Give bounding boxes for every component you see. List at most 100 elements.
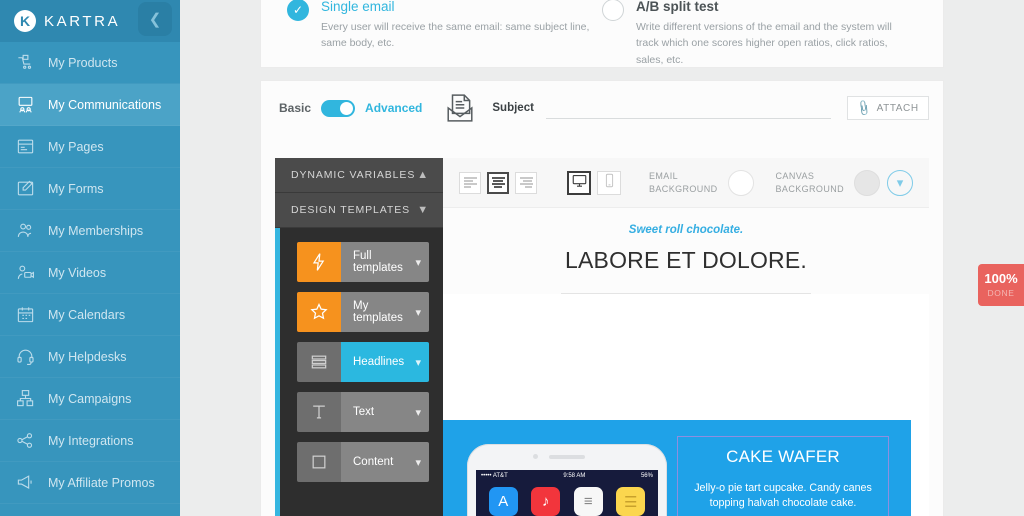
phone-battery: 56% (640, 472, 653, 479)
sidebar-item-label: My Helpdesks (48, 349, 127, 364)
sidebar-item-my-affiliate-promos[interactable]: My Affiliate Promos (0, 462, 180, 504)
section-dynamic-variables[interactable]: DYNAMIC VARIABLES ▲ (275, 158, 443, 193)
sidebar-item-my-memberships[interactable]: My Memberships (0, 210, 180, 252)
phone-mockup-image: ••••• AT&T 9:58 AM 56% AApp Store ♪Music… (467, 444, 667, 516)
tool-label: Content (353, 456, 394, 468)
sidebar-item-label: My Affiliate Promos (48, 475, 155, 490)
sitemap-icon (14, 388, 36, 410)
divider (561, 293, 811, 294)
chevron-down-icon: ▾ (415, 406, 421, 419)
monitor-icon (572, 173, 587, 193)
sidebar-item-label: My Memberships (48, 223, 144, 238)
tool-label: My templates (353, 300, 403, 324)
collapse-toolbar-button[interactable]: ▾ (887, 169, 913, 196)
tool-my-templates[interactable]: My templates ▾ (297, 292, 429, 332)
chevron-down-icon: ▾ (415, 306, 421, 319)
tool-label: Headlines (353, 356, 405, 368)
section-label: DESIGN TEMPLATES (291, 204, 411, 216)
sidebar-item-my-integrations[interactable]: My Integrations (0, 420, 180, 462)
chevron-up-icon: ▲ (417, 169, 429, 181)
sidebar-item-my-pages[interactable]: My Pages (0, 126, 180, 168)
email-text-block[interactable]: CAKE WAFER Jelly-o pie tart cupcake. Can… (677, 436, 889, 516)
phone-app: ♪Music (525, 487, 568, 516)
align-center-button[interactable] (487, 171, 509, 194)
canvas-background-swatch[interactable] (854, 169, 881, 196)
sidebar-item-my-products[interactable]: My Products (0, 42, 180, 84)
email-type-option-single[interactable]: ✓ Single email Every user will receive t… (287, 0, 602, 67)
radio-unselected-icon[interactable] (602, 0, 624, 21)
block-paragraph-1: Jelly-o pie tart cupcake. Candy canes to… (694, 482, 872, 510)
sidebar-item-label: My Campaigns (48, 391, 132, 406)
email-background-control[interactable]: EMAIL BACKGROUND (649, 169, 754, 196)
app-store-icon: A (488, 487, 518, 516)
tool-content[interactable]: Content ▾ (297, 442, 429, 482)
email-blue-section: ••••• AT&T 9:58 AM 56% AApp Store ♪Music… (443, 420, 911, 516)
sidebar: K KARTRA ❮ My Products My Communications… (0, 0, 180, 516)
option-description: Every user will receive the same email: … (321, 21, 590, 50)
block-title: CAKE WAFER (726, 447, 840, 466)
sidebar-item-my-forms[interactable]: My Forms (0, 168, 180, 210)
desktop-preview-button[interactable] (567, 170, 591, 195)
sidebar-item-my-helpdesks[interactable]: My Helpdesks (0, 336, 180, 378)
subject-label: Subject (492, 102, 534, 114)
design-templates-panel: DYNAMIC VARIABLES ▲ DESIGN TEMPLATES ▼ F… (275, 158, 443, 516)
email-background-swatch[interactable] (727, 169, 754, 196)
brand-name: KARTRA (44, 12, 121, 30)
sidebar-item-label: My Products (48, 55, 118, 70)
sidebar-item-label: My Videos (48, 265, 107, 280)
sidebar-item-my-campaigns[interactable]: My Campaigns (0, 378, 180, 420)
progress-percent: 100% (984, 271, 1018, 286)
section-label: DYNAMIC VARIABLES (291, 169, 416, 181)
envelope-icon (446, 93, 474, 123)
advanced-mode-label: Advanced (365, 101, 423, 115)
sidebar-item-my-videos[interactable]: My Videos (0, 252, 180, 294)
tool-label: Full templates (353, 250, 403, 274)
email-background-label-line1: EMAIL (649, 171, 679, 182)
align-left-button[interactable] (459, 171, 481, 194)
panel-scrollbar[interactable] (275, 228, 280, 516)
star-icon (297, 292, 341, 332)
align-right-button[interactable] (515, 171, 537, 194)
phone-icon (602, 173, 617, 193)
sidebar-collapse-button[interactable]: ❮ (138, 2, 172, 36)
chevron-down-icon: ▼ (417, 204, 429, 216)
phone-app: ≡Reminders (567, 487, 610, 516)
sidebar-item-my-communications[interactable]: My Communications (0, 84, 180, 126)
sidebar-item-label: My Communications (48, 97, 162, 112)
subject-field-wrapper (545, 97, 831, 119)
option-title: A/B split test (636, 0, 719, 14)
tool-text[interactable]: Text ▾ (297, 392, 429, 432)
kartra-logo-icon: K (14, 10, 36, 32)
tool-full-templates[interactable]: Full templates ▾ (297, 242, 429, 282)
tool-headlines[interactable]: Headlines ▾ (297, 342, 429, 382)
radio-selected-icon[interactable]: ✓ (287, 0, 309, 21)
email-type-option-ab-split[interactable]: A/B split test Write different versions … (602, 0, 917, 67)
progress-done-badge[interactable]: 100% DONE (978, 264, 1024, 306)
progress-label: DONE (987, 288, 1015, 298)
email-kicker-text: Sweet roll chocolate. (628, 224, 744, 236)
subject-input[interactable] (545, 97, 831, 117)
video-icon (14, 262, 36, 284)
music-icon: ♪ (531, 487, 561, 516)
mobile-preview-button[interactable] (597, 170, 621, 195)
email-preview-area: EMAIL BACKGROUND CANVAS BACKGROUND ▾ Swe… (443, 158, 929, 516)
email-type-card: ✓ Single email Every user will receive t… (260, 0, 944, 68)
members-icon (14, 220, 36, 242)
paperclip-icon: 📎 (854, 99, 874, 118)
option-title: Single email (321, 0, 395, 14)
sidebar-item-my-calendars[interactable]: My Calendars (0, 294, 180, 336)
sidebar-item-label: My Forms (48, 181, 104, 196)
preview-toolbar: EMAIL BACKGROUND CANVAS BACKGROUND ▾ (443, 158, 929, 208)
phone-time: 9:58 AM (563, 472, 586, 479)
form-icon (14, 178, 36, 200)
attach-button[interactable]: 📎 ATTACH (847, 96, 929, 120)
cart-icon (14, 52, 36, 74)
chevron-down-icon: ▾ (415, 356, 421, 369)
canvas-background-label-line2: BACKGROUND (775, 183, 845, 194)
email-header-block: Sweet roll chocolate. LABORE ET DOLORE. (443, 208, 929, 294)
basic-advanced-toggle[interactable] (321, 99, 356, 117)
sidebar-item-label: My Integrations (48, 433, 134, 448)
section-design-templates[interactable]: DESIGN TEMPLATES ▼ (275, 193, 443, 228)
basic-mode-label: Basic (279, 101, 312, 115)
canvas-background-control[interactable]: CANVAS BACKGROUND (775, 169, 881, 196)
